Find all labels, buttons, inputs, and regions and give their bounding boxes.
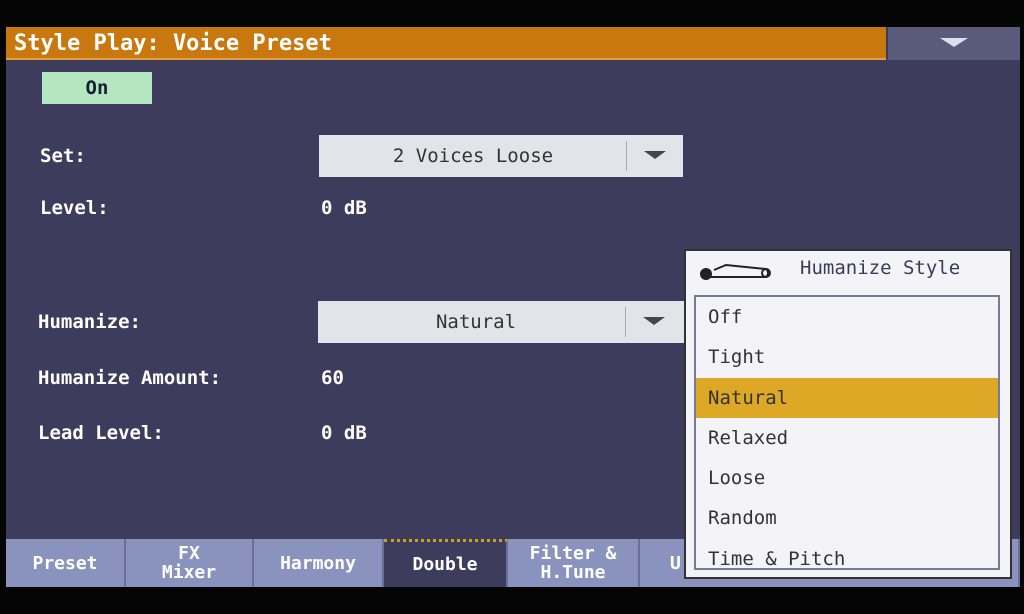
list-item-tight[interactable]: Tight	[696, 337, 998, 377]
list-item-relaxed[interactable]: Relaxed	[696, 418, 998, 458]
list-item-time-pitch[interactable]: Time & Pitch	[696, 539, 998, 579]
level-label: Level:	[40, 197, 109, 219]
humanize-label: Humanize:	[38, 311, 141, 333]
chevron-down-icon[interactable]	[625, 307, 682, 337]
set-label: Set:	[40, 145, 86, 167]
on-button[interactable]: On	[42, 72, 152, 104]
set-value: 2 Voices Loose	[392, 145, 554, 167]
humanize-value: Natural	[435, 311, 517, 333]
list-item-off[interactable]: Off	[696, 297, 998, 337]
tab-harmony[interactable]: Harmony	[254, 539, 384, 587]
humanize-amount-label: Humanize Amount:	[38, 367, 222, 389]
humanize-style-popup: Humanize Style Off Tight Natural Relaxed…	[684, 249, 1012, 579]
tab-preset[interactable]: Preset	[6, 539, 126, 587]
level-value[interactable]: 0 dB	[321, 197, 367, 219]
chevron-down-icon[interactable]	[626, 141, 683, 171]
tab-filter-htune[interactable]: Filter & H.Tune	[508, 539, 640, 587]
popup-title: Humanize Style	[800, 257, 961, 279]
list-item-natural[interactable]: Natural	[696, 377, 998, 418]
set-combo[interactable]: 2 Voices Loose	[319, 135, 683, 177]
page-menu-button[interactable]	[888, 27, 1020, 60]
humanize-combo[interactable]: Natural	[318, 301, 690, 343]
triangle-down-icon	[940, 38, 968, 47]
humanize-amount-value[interactable]: 60	[321, 367, 344, 389]
list-item-loose[interactable]: Loose	[696, 458, 998, 498]
tab-fx-mixer[interactable]: FX Mixer	[126, 539, 254, 587]
page-title: Style Play: Voice Preset	[6, 27, 886, 60]
humanize-style-list: Off Tight Natural Relaxed Loose Random T…	[694, 295, 1000, 570]
safety-pin-icon	[700, 263, 771, 280]
lead-level-value[interactable]: 0 dB	[321, 422, 367, 444]
list-item-random[interactable]: Random	[696, 498, 998, 538]
lead-level-label: Lead Level:	[38, 422, 164, 444]
tab-double[interactable]: Double	[384, 539, 508, 587]
screen: Style Play: Voice Preset On Set: 2 Voice…	[6, 27, 1020, 587]
